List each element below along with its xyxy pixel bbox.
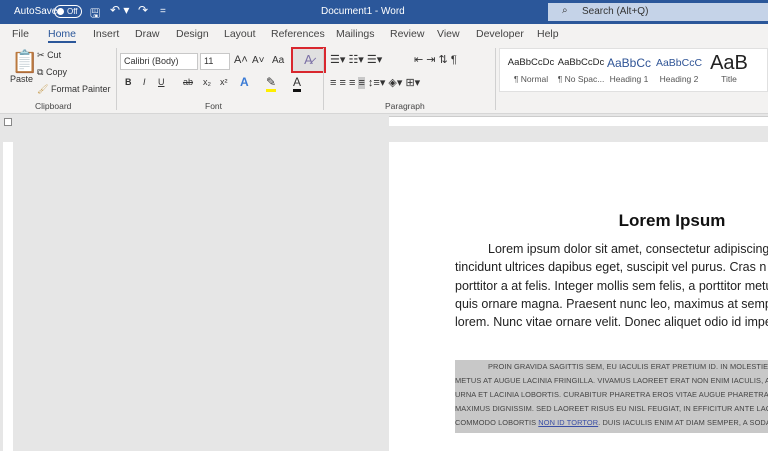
text-line: commodo lobortis non id tortor. Duis iac… xyxy=(455,416,768,430)
scissors-icon: ✂ xyxy=(37,50,45,60)
search-placeholder: Search (Alt+Q) xyxy=(582,6,649,17)
text-line: urna et lacinia lobortis. Curabitur phar… xyxy=(455,390,768,399)
strikethrough-button[interactable]: ab xyxy=(183,77,193,87)
grow-font-icon[interactable]: A˄ xyxy=(234,54,248,66)
title-bar: AutoSave Off 🖫 ↶ ▾ ↷ = Document1 - Word … xyxy=(0,0,768,24)
italic-button[interactable]: I xyxy=(143,77,146,87)
search-box[interactable]: ⌕ Search (Alt+Q) xyxy=(548,3,768,21)
highlight-icon[interactable]: ✎ xyxy=(266,75,277,92)
document-title: Document1 - Word xyxy=(321,6,405,17)
tab-help[interactable]: Help xyxy=(537,28,559,40)
font-color-icon[interactable]: A xyxy=(293,75,302,92)
divider xyxy=(116,48,117,110)
text-segment: . Duis iaculis enim at diam semper, a so… xyxy=(598,418,768,427)
ribbon-tabs: File Home Insert Draw Design Layout Refe… xyxy=(0,24,768,44)
tab-design[interactable]: Design xyxy=(176,28,209,40)
text-line: porttitor a at felis. Integer mollis sem… xyxy=(455,278,768,293)
redo-icon[interactable]: ↷ xyxy=(138,3,148,17)
align-icons[interactable]: ≡ ≡ ≡ ≡ ↕≡▾ ◈▾ ⊞▾ xyxy=(330,76,420,89)
cut-button[interactable]: ✂ Cut xyxy=(37,50,61,61)
format-painter-button[interactable]: 🖌 Format Painter xyxy=(37,84,110,95)
subscript-button[interactable]: x₂ xyxy=(203,77,211,87)
tab-home[interactable]: Home xyxy=(48,28,77,43)
spelling-underlined-text[interactable]: non id tortor xyxy=(538,418,598,427)
cut-label: Cut xyxy=(47,50,62,60)
selected-paragraph-2: Proin gravida sagittis sem, eu iaculis e… xyxy=(455,360,768,433)
style-title[interactable]: AaB Title xyxy=(700,52,758,84)
text-line: lorem. Nunc vitae ornare velit. Donec al… xyxy=(455,315,768,330)
style-preview: AaB xyxy=(710,52,748,74)
tab-view[interactable]: View xyxy=(437,28,460,40)
shrink-font-icon[interactable]: A˅ xyxy=(252,55,265,66)
text-line: quis ornare magna. Praesent nunc leo, ma… xyxy=(455,296,768,311)
tab-layout[interactable]: Layout xyxy=(224,28,256,40)
brush-icon: 🖌 xyxy=(37,84,49,94)
text-line: Lorem ipsum dolor sit amet, consectetur … xyxy=(488,242,768,256)
undo-icon[interactable]: ↶ ▾ xyxy=(110,3,129,17)
text-line: metus at augue lacinia fringilla. Vivamu… xyxy=(455,376,768,385)
copy-button[interactable]: ⧉ Copy xyxy=(37,67,67,78)
format-painter-label: Format Painter xyxy=(50,84,111,94)
style-label: Title xyxy=(721,74,737,84)
copy-icon: ⧉ xyxy=(37,67,44,77)
autosave-toggle[interactable]: Off xyxy=(54,5,82,18)
superscript-button[interactable]: x² xyxy=(220,77,228,87)
tab-draw[interactable]: Draw xyxy=(135,28,160,40)
styles-gallery: AaBbCcDc ¶ Normal AaBbCcDc ¶ No Spac... Aa… xyxy=(499,48,768,92)
save-icon[interactable]: 🖫 xyxy=(90,4,100,25)
clear-formatting-button[interactable]: A̷ xyxy=(291,47,326,73)
change-case-button[interactable]: Aa xyxy=(272,55,284,66)
customize-toolbar-icon[interactable]: = xyxy=(160,6,166,17)
divider xyxy=(495,48,496,110)
vertical-ruler[interactable] xyxy=(3,142,13,451)
font-size-select[interactable]: 11 xyxy=(200,53,230,70)
underline-button[interactable]: U xyxy=(158,77,165,87)
autosave-label: AutoSave xyxy=(14,6,58,17)
bullets-icon[interactable]: ☰▾ ☷▾ ☰▾ xyxy=(330,53,382,66)
clear-formatting-icon: A̷ xyxy=(304,52,313,67)
tab-insert[interactable]: Insert xyxy=(93,28,119,40)
clipboard-group-label: Clipboard xyxy=(35,101,72,111)
horizontal-ruler[interactable] xyxy=(389,116,768,126)
tab-selector[interactable] xyxy=(4,118,12,126)
tab-references[interactable]: References xyxy=(271,28,325,40)
font-name-select[interactable]: Calibri (Body) xyxy=(120,53,198,70)
copy-label: Copy xyxy=(45,67,67,77)
text-effects-icon[interactable]: A xyxy=(240,75,249,89)
text-segment: commodo lobortis xyxy=(455,418,539,427)
tab-developer[interactable]: Developer xyxy=(476,28,524,40)
text-line: tincidunt ultrices dapibus eget, suscipi… xyxy=(455,260,767,275)
font-group-label: Font xyxy=(205,101,223,111)
paste-button[interactable]: Paste xyxy=(10,74,33,84)
document-heading: Lorem Ipsum xyxy=(618,211,726,230)
ribbon: 📋 Paste ✂ Cut ⧉ Copy 🖌 Format Painter Cl… xyxy=(0,44,768,114)
divider xyxy=(323,48,324,110)
tab-mailings[interactable]: Mailings xyxy=(336,28,375,40)
document-page[interactable]: Lorem Ipsum Lorem ipsum dolor sit amet, … xyxy=(389,142,768,451)
text-line: maximus dignissim. Sed laoreet risus eu … xyxy=(455,404,768,413)
search-icon: ⌕ xyxy=(562,5,568,16)
bold-button[interactable]: B xyxy=(125,77,132,87)
tab-review[interactable]: Review xyxy=(390,28,424,40)
indent-icons[interactable]: ⇤ ⇥ ⇅ ¶ xyxy=(414,53,457,66)
paste-icon[interactable]: 📋 xyxy=(11,49,38,75)
paragraph-1: Lorem ipsum dolor sit amet, consectetur … xyxy=(455,240,768,331)
text-line: Proin gravida sagittis sem, eu iaculis e… xyxy=(488,362,768,371)
paragraph-group-label: Paragraph xyxy=(385,101,425,111)
tab-file[interactable]: File xyxy=(12,28,29,40)
